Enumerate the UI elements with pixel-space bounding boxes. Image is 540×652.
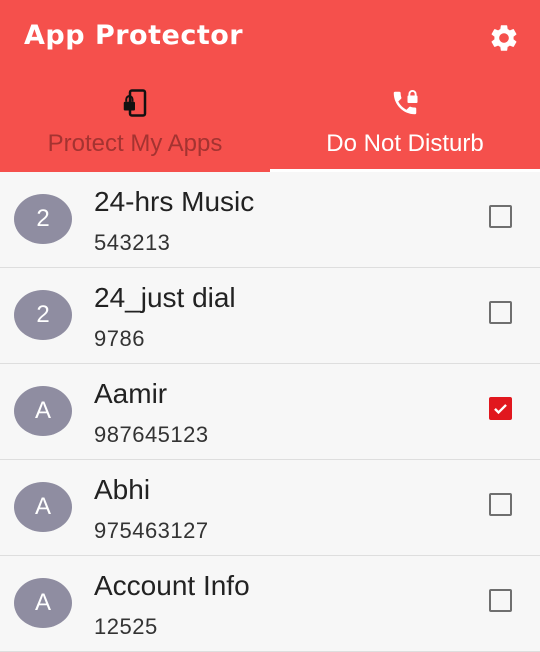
- phone-lock-icon: [123, 89, 147, 117]
- contact-list: 2 24-hrs Music 543213 2 24_just dial 978…: [0, 172, 540, 652]
- app-title: App Protector: [24, 20, 244, 51]
- contact-number: 12525: [94, 614, 158, 639]
- phone-lock-call-icon: [393, 90, 418, 115]
- contact-name: Abhi: [94, 474, 151, 505]
- contact-row[interactable]: 2 24_just dial 9786: [0, 268, 540, 364]
- contact-checkbox[interactable]: [489, 397, 512, 420]
- tab-label: Do Not Disturb: [326, 130, 484, 157]
- contact-name: 24-hrs Music: [94, 186, 255, 217]
- contact-name: Aamir: [94, 378, 168, 409]
- checkmark-icon: [494, 404, 507, 415]
- avatar: 2: [14, 290, 72, 340]
- contact-name: 24_just dial: [94, 282, 236, 313]
- contact-row[interactable]: A Account Info 12525: [0, 556, 540, 652]
- contact-name: Account Info: [94, 570, 250, 601]
- avatar: A: [14, 578, 72, 628]
- contact-number: 543213: [94, 230, 171, 255]
- contact-checkbox[interactable]: [489, 205, 512, 228]
- contact-row[interactable]: A Abhi 975463127: [0, 460, 540, 556]
- contact-checkbox[interactable]: [489, 589, 512, 612]
- gear-icon[interactable]: [488, 22, 520, 54]
- contact-number: 9786: [94, 326, 145, 351]
- avatar: A: [14, 386, 72, 436]
- contact-checkbox[interactable]: [489, 493, 512, 516]
- contact-row[interactable]: 2 24-hrs Music 543213: [0, 172, 540, 268]
- contact-number: 987645123: [94, 422, 209, 447]
- contact-number: 975463127: [94, 518, 209, 543]
- avatar: A: [14, 482, 72, 532]
- app-bar: App Protector Protect My Apps Do Not Dis…: [0, 0, 540, 172]
- avatar: 2: [14, 194, 72, 244]
- tab-label: Protect My Apps: [47, 130, 223, 157]
- tab-do-not-disturb[interactable]: Do Not Disturb: [270, 80, 540, 172]
- tab-bar: Protect My Apps Do Not Disturb: [0, 80, 540, 172]
- contact-row[interactable]: A Aamir 987645123: [0, 364, 540, 460]
- contact-checkbox[interactable]: [489, 301, 512, 324]
- tab-protect-my-apps[interactable]: Protect My Apps: [0, 80, 270, 172]
